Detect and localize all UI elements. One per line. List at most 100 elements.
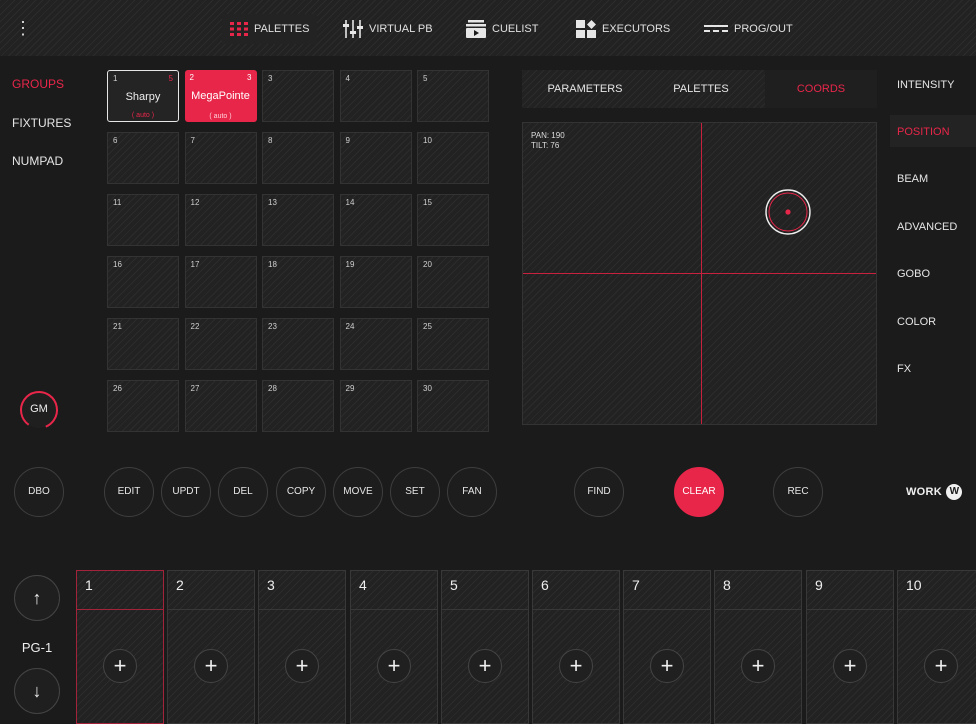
executor-slot[interactable]: 3 + bbox=[258, 570, 346, 724]
group-cell[interactable]: 18 bbox=[262, 256, 334, 308]
category-beam[interactable]: BEAM bbox=[897, 173, 928, 185]
add-executor-button[interactable]: + bbox=[285, 649, 319, 683]
add-executor-button[interactable]: + bbox=[377, 649, 411, 683]
menu-icon[interactable]: ⋮ bbox=[14, 18, 32, 38]
add-executor-button[interactable]: + bbox=[468, 649, 502, 683]
set-button[interactable]: SET bbox=[390, 467, 440, 517]
executor-slot[interactable]: 8 + bbox=[714, 570, 802, 724]
group-name: MegaPointe bbox=[191, 90, 250, 102]
group-cell[interactable]: 20 bbox=[417, 256, 489, 308]
group-cell[interactable]: 26 bbox=[107, 380, 179, 432]
add-executor-button[interactable]: + bbox=[741, 649, 775, 683]
group-cell[interactable]: 19 bbox=[339, 256, 412, 308]
category-fx[interactable]: FX bbox=[897, 363, 911, 375]
group-cell[interactable]: 2 3 MegaPointe ( auto ) bbox=[184, 70, 257, 122]
plus-icon: + bbox=[295, 653, 309, 678]
group-cell[interactable]: 7 bbox=[184, 132, 257, 184]
group-cell[interactable]: 16 bbox=[107, 256, 179, 308]
group-cell[interactable]: 24 bbox=[339, 318, 412, 370]
group-cell[interactable]: 27 bbox=[184, 380, 257, 432]
page-up-button[interactable]: ↑ bbox=[14, 575, 60, 621]
group-cell[interactable]: 29 bbox=[339, 380, 412, 432]
move-button[interactable]: MOVE bbox=[333, 467, 383, 517]
group-cell[interactable]: 15 bbox=[417, 194, 489, 246]
group-number: 12 bbox=[190, 198, 200, 207]
plus-icon: + bbox=[569, 653, 583, 678]
group-cell[interactable]: 28 bbox=[262, 380, 334, 432]
add-executor-button[interactable]: + bbox=[924, 649, 958, 683]
nav-palettes[interactable]: PALETTES bbox=[222, 14, 318, 44]
group-cell[interactable]: 14 bbox=[339, 194, 412, 246]
add-executor-button[interactable]: + bbox=[559, 649, 593, 683]
tab-parameters[interactable]: PARAMETERS bbox=[532, 70, 638, 108]
executor-number: 9 bbox=[815, 577, 823, 593]
group-cell[interactable]: 10 bbox=[417, 132, 489, 184]
crosshair-horizontal bbox=[523, 273, 876, 274]
group-cell[interactable]: 23 bbox=[262, 318, 334, 370]
nav-cuelist[interactable]: CUELIST bbox=[458, 14, 546, 44]
add-executor-button[interactable]: + bbox=[103, 649, 137, 683]
group-cell[interactable]: 21 bbox=[107, 318, 179, 370]
add-executor-button[interactable]: + bbox=[833, 649, 867, 683]
group-cell[interactable]: 1 5 Sharpy ( auto ) bbox=[107, 70, 179, 122]
executor-slot[interactable]: 9 + bbox=[806, 570, 894, 724]
group-cell[interactable]: 17 bbox=[184, 256, 257, 308]
nav-executors[interactable]: EXECUTORS bbox=[568, 14, 678, 44]
executor-slot[interactable]: 1 + bbox=[76, 570, 164, 724]
updt-button[interactable]: UPDT bbox=[161, 467, 211, 517]
executor-slot[interactable]: 10 + bbox=[897, 570, 976, 724]
group-cell[interactable]: 25 bbox=[417, 318, 489, 370]
executor-slot[interactable]: 4 + bbox=[350, 570, 438, 724]
brand-text: WORK bbox=[906, 486, 943, 499]
find-button[interactable]: FIND bbox=[574, 467, 624, 517]
group-cell[interactable]: 5 bbox=[417, 70, 489, 122]
leftnav-numpad[interactable]: NUMPAD bbox=[12, 154, 63, 168]
group-cell[interactable]: 4 bbox=[339, 70, 412, 122]
leftnav-groups[interactable]: GROUPS bbox=[12, 77, 64, 91]
group-cell[interactable]: 8 bbox=[262, 132, 334, 184]
group-cell[interactable]: 3 bbox=[262, 70, 334, 122]
category-color[interactable]: COLOR bbox=[897, 316, 936, 328]
group-cell[interactable]: 6 bbox=[107, 132, 179, 184]
add-executor-button[interactable]: + bbox=[650, 649, 684, 683]
clear-button[interactable]: CLEAR bbox=[674, 467, 724, 517]
executor-slot[interactable]: 6 + bbox=[532, 570, 620, 724]
executor-number: 10 bbox=[906, 577, 922, 593]
edit-button[interactable]: EDIT bbox=[104, 467, 154, 517]
del-button[interactable]: DEL bbox=[218, 467, 268, 517]
nav-virtual-pb[interactable]: VIRTUAL PB bbox=[335, 14, 441, 44]
group-cell[interactable]: 12 bbox=[184, 194, 257, 246]
group-cell[interactable]: 9 bbox=[339, 132, 412, 184]
group-number: 2 bbox=[189, 73, 194, 82]
group-cell[interactable]: 11 bbox=[107, 194, 179, 246]
rec-button[interactable]: REC bbox=[773, 467, 823, 517]
executor-slot[interactable]: 2 + bbox=[167, 570, 255, 724]
page-down-button[interactable]: ↓ bbox=[14, 668, 60, 714]
add-executor-button[interactable]: + bbox=[194, 649, 228, 683]
pan-tilt-pad[interactable]: PAN: 190 TILT: 76 bbox=[522, 122, 877, 425]
executor-slot[interactable]: 7 + bbox=[623, 570, 711, 724]
executor-slot[interactable]: 5 + bbox=[441, 570, 529, 724]
category-position[interactable]: POSITION bbox=[897, 126, 950, 138]
executor-number: 4 bbox=[359, 577, 367, 593]
category-intensity[interactable]: INTENSITY bbox=[897, 79, 954, 91]
group-number: 25 bbox=[423, 322, 432, 331]
leftnav-fixtures[interactable]: FIXTURES bbox=[12, 116, 71, 130]
group-cell[interactable]: 22 bbox=[184, 318, 257, 370]
group-cell[interactable]: 13 bbox=[262, 194, 334, 246]
category-advanced[interactable]: ADVANCED bbox=[897, 221, 957, 233]
group-number: 19 bbox=[345, 260, 355, 269]
category-gobo[interactable]: GOBO bbox=[897, 268, 930, 280]
tab-palettes[interactable]: PALETTES bbox=[648, 70, 754, 108]
fan-button[interactable]: FAN bbox=[447, 467, 497, 517]
nav-prog-out[interactable]: PROG/OUT bbox=[696, 14, 801, 44]
dbo-button[interactable]: DBO bbox=[14, 467, 64, 517]
group-number: 23 bbox=[268, 322, 277, 331]
group-cell[interactable]: 30 bbox=[417, 380, 489, 432]
tab-coords[interactable]: COORDS bbox=[765, 70, 877, 108]
executor-header: 4 bbox=[351, 571, 437, 610]
position-cursor-icon[interactable] bbox=[761, 185, 815, 239]
copy-button[interactable]: COPY bbox=[276, 467, 326, 517]
executor-number: 1 bbox=[85, 577, 93, 593]
grand-master-knob[interactable]: GM bbox=[16, 387, 62, 433]
